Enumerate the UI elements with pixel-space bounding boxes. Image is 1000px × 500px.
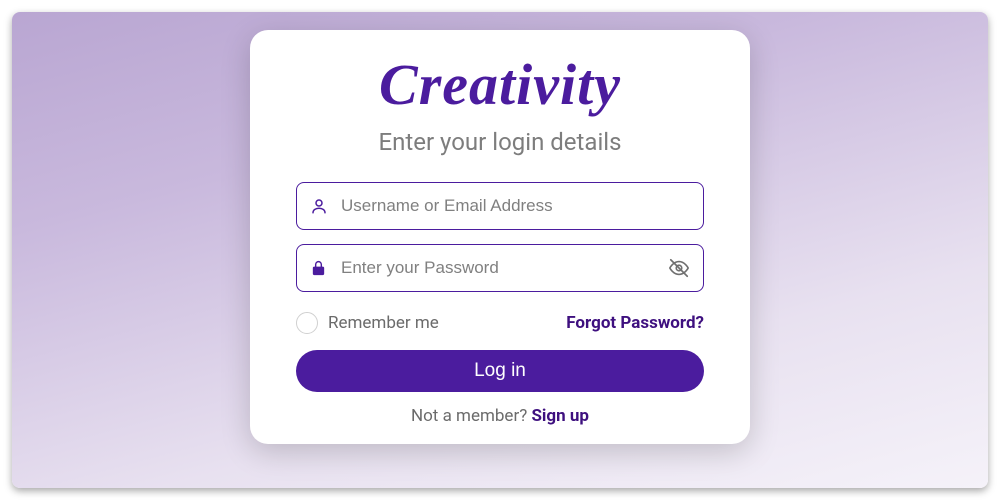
brand-title: Creativity: [379, 56, 621, 114]
password-input-wrap: [296, 244, 704, 292]
eye-off-icon[interactable]: [668, 257, 690, 279]
options-row: Remember me Forgot Password?: [296, 312, 704, 334]
remember-me-toggle[interactable]: Remember me: [296, 312, 439, 334]
remember-label: Remember me: [328, 313, 439, 333]
user-icon: [310, 197, 328, 215]
background-panel: Creativity Enter your login details: [12, 12, 988, 488]
remember-checkbox-icon: [296, 312, 318, 334]
signup-row: Not a member? Sign up: [411, 406, 589, 426]
page-container: Creativity Enter your login details: [0, 0, 1000, 500]
username-input[interactable]: [296, 182, 704, 230]
password-input[interactable]: [296, 244, 704, 292]
login-button[interactable]: Log in: [296, 350, 704, 392]
login-subtitle: Enter your login details: [378, 128, 621, 156]
forgot-password-link[interactable]: Forgot Password?: [566, 313, 704, 333]
login-card: Creativity Enter your login details: [250, 30, 750, 444]
lock-icon: [310, 260, 327, 277]
signup-link[interactable]: Sign up: [531, 406, 589, 426]
signup-prompt: Not a member?: [411, 406, 531, 426]
username-input-wrap: [296, 182, 704, 230]
